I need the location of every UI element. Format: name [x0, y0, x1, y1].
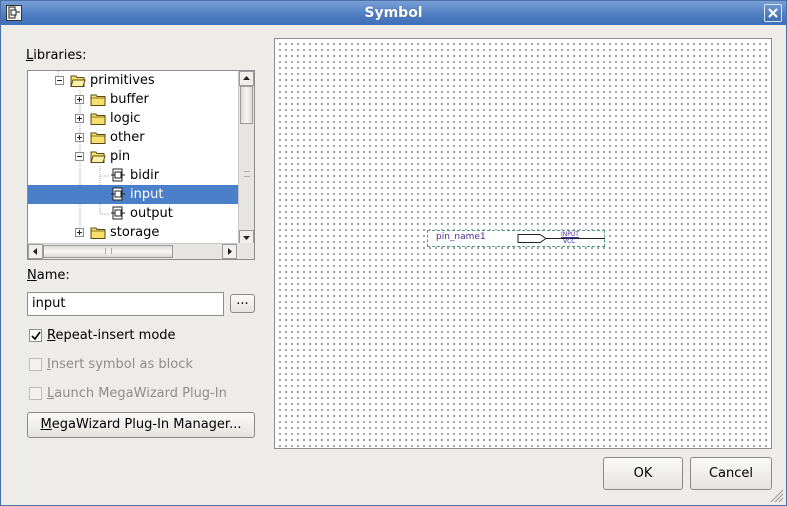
megawizard-text: egaWizard Plug-In Manager...	[51, 417, 242, 432]
tree-vertical-scrollbar[interactable]	[238, 71, 254, 245]
close-button[interactable]	[764, 4, 782, 22]
name-label: Name:	[27, 268, 70, 283]
pin-symbol-icon	[111, 206, 125, 220]
pin-default-text: VCC	[563, 238, 576, 245]
pin-symbol-preview: pin_name1 INPUT VCC	[427, 230, 605, 247]
tree-item-label: pin	[110, 149, 131, 164]
arrow-up-icon	[243, 76, 250, 80]
repeat-insert-checkbox[interactable]	[29, 329, 42, 342]
symbol-dialog: Symbol Libraries: primitives buffer logi…	[0, 0, 787, 506]
collapse-icon[interactable]	[75, 152, 84, 161]
libraries-label-text: ibraries:	[33, 48, 87, 63]
tree-item-other[interactable]: other	[28, 128, 238, 147]
tree-item-output[interactable]: output	[28, 204, 238, 223]
pin-symbol-icon	[111, 187, 125, 201]
folder-icon	[90, 132, 106, 144]
tree-item-primitives[interactable]: primitives	[28, 71, 238, 90]
folder-icon	[90, 227, 106, 239]
cancel-button[interactable]: Cancel	[690, 457, 772, 490]
expand-icon[interactable]	[75, 228, 84, 237]
close-icon	[768, 8, 778, 18]
expand-icon[interactable]	[75, 133, 84, 142]
tree-item-logic[interactable]: logic	[28, 109, 238, 128]
scroll-right-button[interactable]	[222, 244, 237, 259]
tree-item-label: storage	[110, 225, 160, 240]
tree-item-label: buffer	[110, 92, 149, 107]
tree-item-pin[interactable]: pin	[28, 147, 238, 166]
tree-horizontal-scrollbar[interactable]	[28, 243, 254, 259]
scroll-grip-icon	[105, 248, 112, 254]
library-tree[interactable]: primitives buffer logic other pin bidir …	[27, 70, 255, 260]
collapse-icon[interactable]	[55, 76, 64, 85]
tree-item-label: bidir	[130, 168, 160, 183]
launch-megawizard-label: Launch MegaWizard Plug-In	[47, 386, 227, 401]
tree-item-bidir[interactable]: bidir	[28, 166, 238, 185]
browse-button[interactable]: ...	[230, 294, 255, 313]
megawizard-manager-button[interactable]: MegaWizard Plug-In Manager...	[27, 412, 255, 438]
scroll-thumb[interactable]	[240, 86, 253, 124]
scroll-left-button[interactable]	[28, 244, 43, 259]
folder-icon	[90, 113, 106, 125]
insert-as-block-checkbox[interactable]	[29, 358, 42, 371]
ok-button[interactable]: OK	[603, 457, 683, 490]
repeat-insert-text: epeat-insert mode	[55, 328, 176, 343]
checkmark-icon	[31, 331, 41, 341]
tree-item-label: other	[110, 130, 145, 145]
tree-item-label: output	[130, 206, 173, 221]
arrow-left-icon	[33, 248, 37, 255]
megawizard-mnemonic: M	[40, 417, 52, 432]
name-label-text: ame:	[36, 268, 70, 283]
tree-item-label: input	[130, 187, 164, 202]
scroll-up-button[interactable]	[239, 71, 254, 86]
folder-open-icon	[70, 75, 86, 87]
expand-icon[interactable]	[75, 114, 84, 123]
scroll-grip-icon	[244, 171, 250, 177]
insert-as-block-text: nsert symbol as block	[50, 357, 193, 372]
tree-item-label: logic	[110, 111, 141, 126]
title-bar[interactable]: Symbol	[1, 1, 786, 25]
pin-symbol-icon	[111, 168, 125, 182]
window-title: Symbol	[364, 5, 423, 21]
tree-item-storage[interactable]: storage	[28, 223, 238, 242]
expand-icon[interactable]	[75, 95, 84, 104]
resize-grip-icon[interactable]	[768, 487, 784, 503]
tree-item-buffer[interactable]: buffer	[28, 90, 238, 109]
symbol-preview-canvas[interactable]: pin_name1 INPUT VCC	[274, 38, 772, 449]
insert-as-block-label: Insert symbol as block	[47, 357, 193, 372]
pin-name-text: pin_name1	[436, 232, 486, 242]
name-input[interactable]: input	[27, 292, 224, 316]
folder-open-icon	[90, 151, 106, 163]
tree-item-label: primitives	[90, 73, 155, 88]
scrollbar-corner	[238, 243, 254, 259]
repeat-insert-label[interactable]: Repeat-insert mode	[47, 328, 176, 343]
launch-megawizard-text: aunch MegaWizard Plug-In	[54, 386, 227, 401]
tree-item-input[interactable]: input	[28, 185, 238, 204]
libraries-label: Libraries:	[26, 48, 87, 63]
name-label-mnemonic: N	[27, 268, 37, 283]
folder-icon	[90, 94, 106, 106]
launch-megawizard-checkbox[interactable]	[29, 387, 42, 400]
arrow-right-icon	[228, 248, 232, 255]
